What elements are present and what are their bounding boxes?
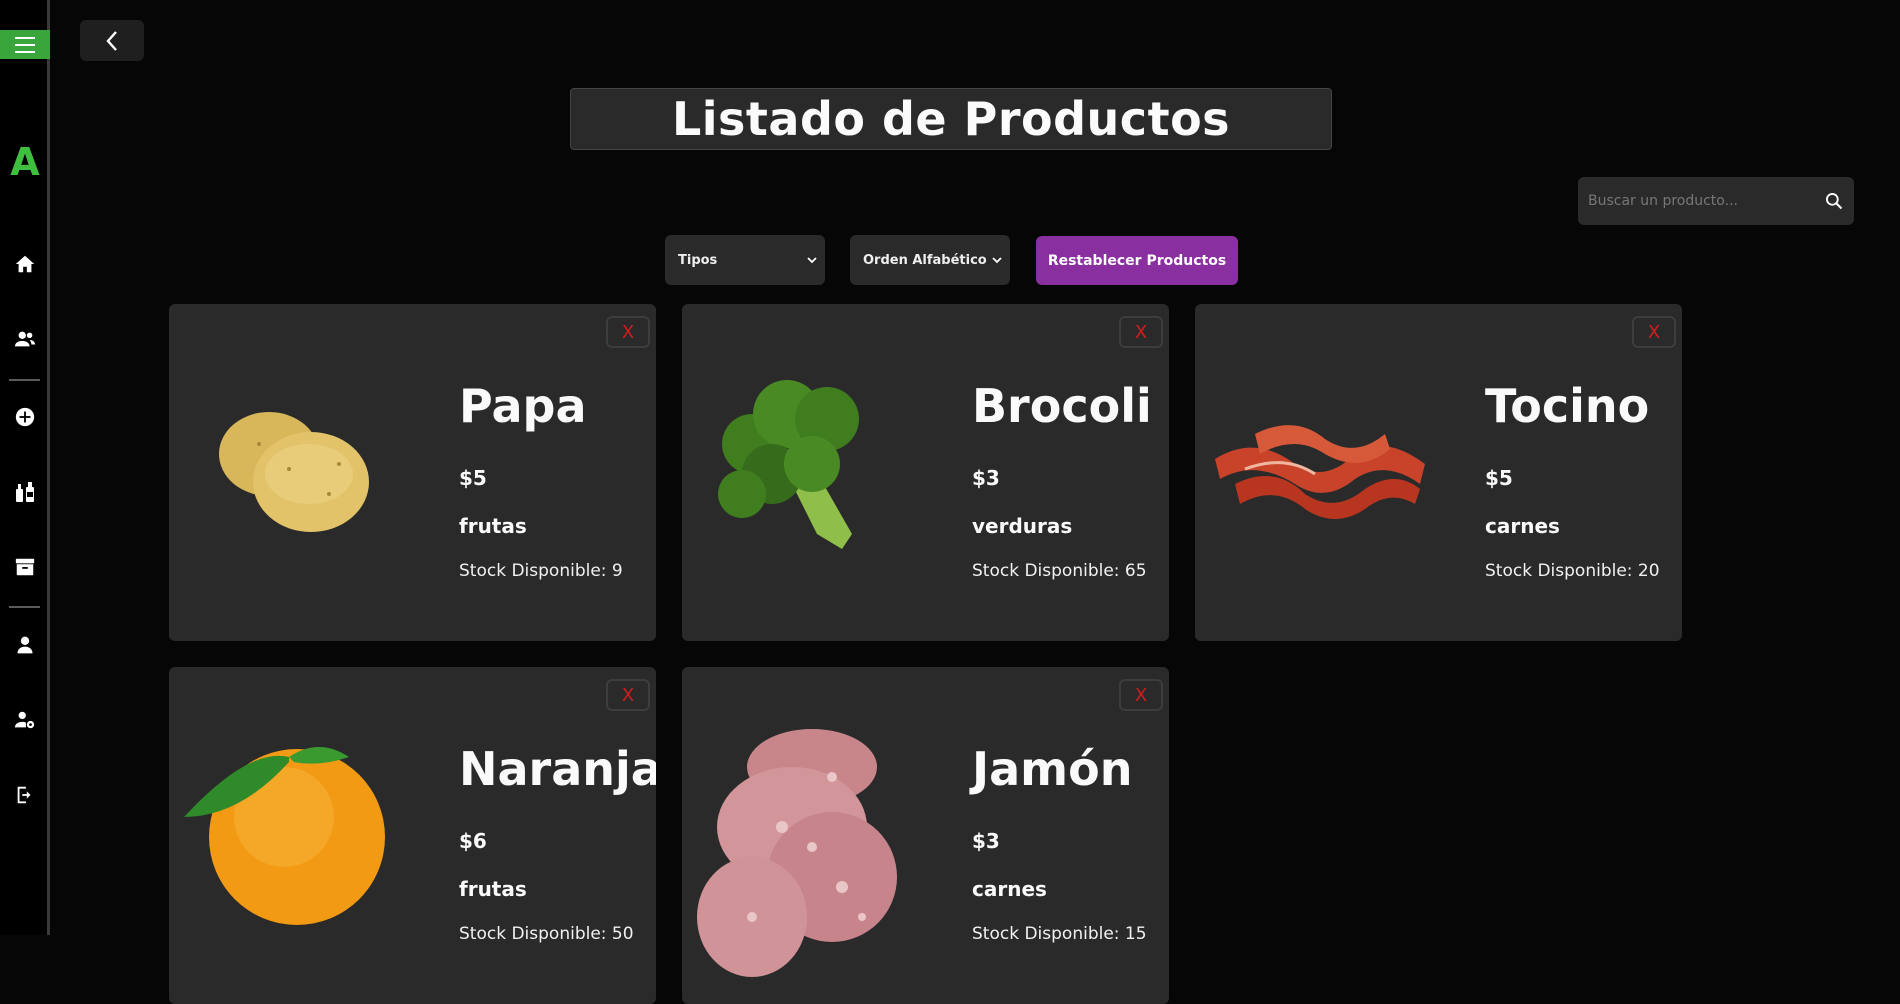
product-category: carnes: [972, 877, 1047, 901]
add-circle-icon[interactable]: [12, 404, 38, 430]
delete-button[interactable]: X: [1119, 679, 1163, 711]
page-title: Listado de Productos: [671, 92, 1231, 146]
order-select[interactable]: Orden Alfabético: [850, 235, 1010, 285]
product-name: Papa: [459, 379, 587, 433]
back-button[interactable]: [80, 20, 144, 61]
user-settings-icon[interactable]: [12, 707, 38, 733]
search-icon[interactable]: [1824, 191, 1844, 211]
search-box: [1578, 177, 1854, 225]
product-name: Brocoli: [972, 379, 1152, 433]
product-category: verduras: [972, 514, 1073, 538]
product-card[interactable]: X Naranja $6 frutas Stock Disponible: 50: [169, 667, 656, 1004]
product-category: frutas: [459, 877, 527, 901]
users-icon[interactable]: [12, 326, 38, 352]
product-card[interactable]: X Brocoli $3 verduras Stock Disponible: …: [682, 304, 1169, 641]
chevron-down-icon: [807, 257, 817, 264]
type-select-value: Tipos: [678, 252, 718, 268]
orange-image: [184, 747, 385, 925]
product-name: Naranja: [459, 742, 656, 796]
type-select[interactable]: Tipos: [665, 235, 825, 285]
chevron-left-icon: [106, 30, 117, 51]
page-title-box: Listado de Productos: [570, 88, 1332, 150]
delete-button[interactable]: X: [1632, 316, 1676, 348]
sidebar-divider: [9, 379, 40, 381]
bottles-icon[interactable]: [12, 479, 38, 505]
product-price: $3: [972, 829, 1000, 853]
delete-button[interactable]: X: [1119, 316, 1163, 348]
sidebar: A: [0, 0, 50, 935]
product-price: $3: [972, 466, 1000, 490]
product-card[interactable]: X Papa $5 frutas Stock Disponible: 9: [169, 304, 656, 641]
sidebar-divider: [9, 606, 40, 608]
hamburger-icon: [15, 36, 35, 53]
product-card[interactable]: X Jamón $3 carnes Stock Disponible: 15: [682, 667, 1169, 1004]
search-input[interactable]: [1588, 193, 1824, 209]
product-price: $5: [459, 466, 487, 490]
bacon-image: [1215, 425, 1425, 519]
product-stock: Stock Disponible: 9: [459, 561, 623, 581]
product-price: $5: [1485, 466, 1513, 490]
product-stock: Stock Disponible: 65: [972, 561, 1147, 581]
menu-toggle-button[interactable]: [0, 30, 50, 59]
product-stock: Stock Disponible: 15: [972, 924, 1147, 944]
logout-icon[interactable]: [12, 782, 38, 808]
order-select-value: Orden Alfabético: [863, 252, 987, 268]
reset-products-button[interactable]: Restablecer Productos: [1036, 236, 1238, 285]
archive-icon[interactable]: [12, 554, 38, 580]
app-logo: A: [10, 140, 40, 184]
product-price: $6: [459, 829, 487, 853]
product-name: Tocino: [1485, 379, 1650, 433]
delete-button[interactable]: X: [606, 316, 650, 348]
potato-image: [219, 412, 369, 532]
ham-image: [697, 729, 897, 977]
product-category: carnes: [1485, 514, 1560, 538]
product-card[interactable]: X Tocino $5 carnes Stock Disponible: 20: [1195, 304, 1682, 641]
product-category: frutas: [459, 514, 527, 538]
broccoli-image: [718, 380, 859, 549]
home-icon[interactable]: [12, 251, 38, 277]
delete-button[interactable]: X: [606, 679, 650, 711]
product-stock: Stock Disponible: 20: [1485, 561, 1660, 581]
chevron-down-icon: [992, 257, 1002, 264]
product-name: Jamón: [972, 742, 1133, 796]
product-stock: Stock Disponible: 50: [459, 924, 634, 944]
user-icon[interactable]: [12, 632, 38, 658]
